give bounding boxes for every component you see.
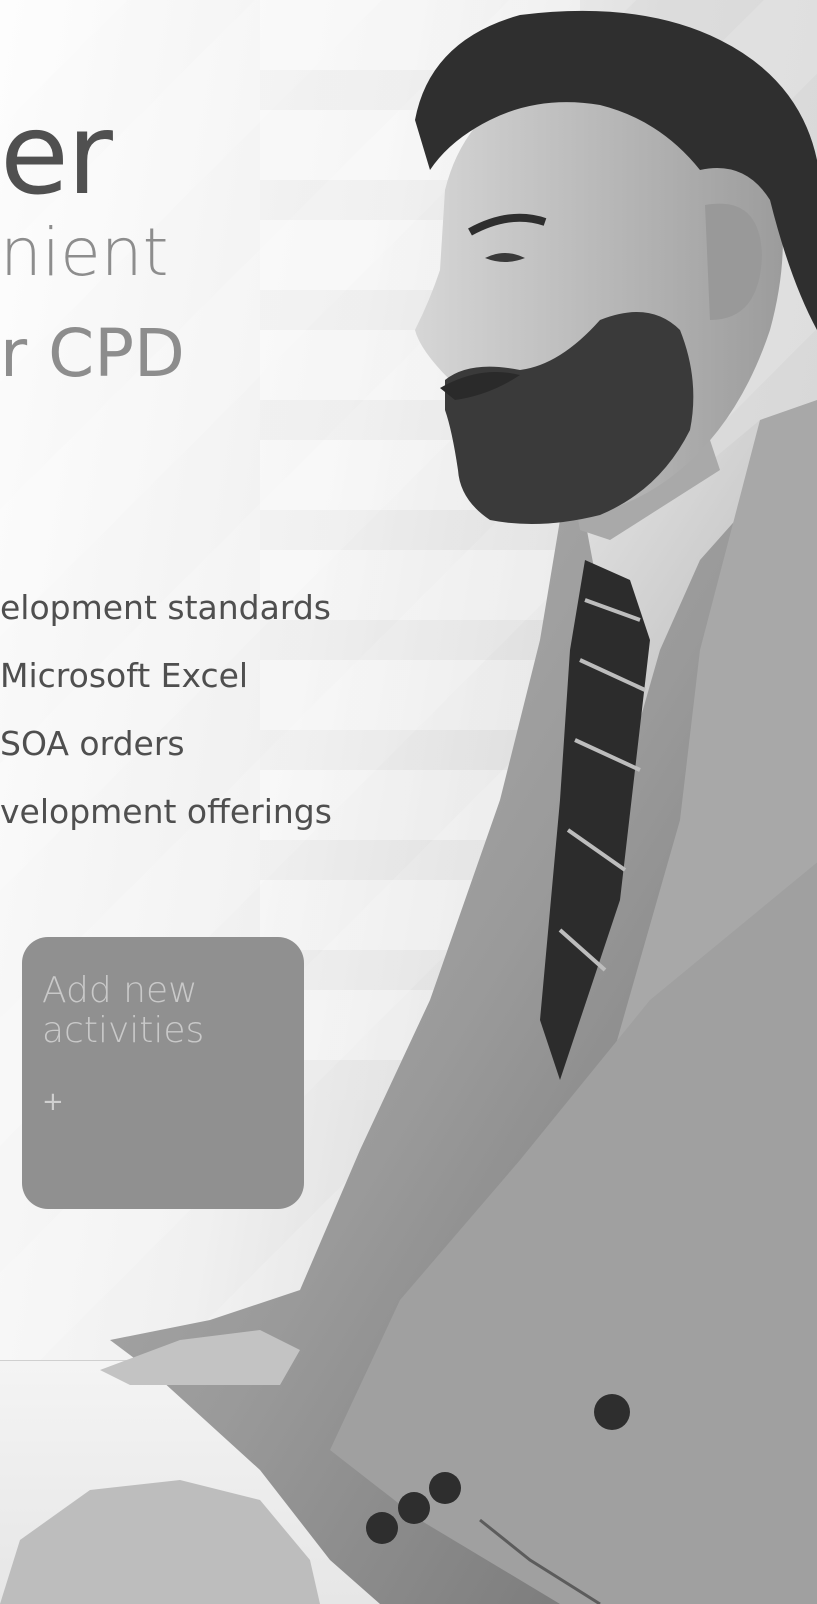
feature-list: elopment standards Microsoft Excel SOA o… — [0, 582, 332, 854]
headline-line-3: r CPD — [0, 315, 185, 392]
plus-icon: + — [42, 1087, 64, 1117]
add-new-activities-button[interactable]: Add new activities + — [22, 937, 304, 1209]
headline-line-2: nient — [0, 214, 169, 291]
feature-item: Microsoft Excel — [0, 656, 249, 695]
feature-item: SOA orders — [0, 724, 185, 763]
headline-line-1: er — [0, 90, 113, 220]
ad-page: er nient r CPD elopment standards Micros… — [0, 0, 817, 1604]
right-hand — [0, 1480, 320, 1604]
feature-item: elopment standards — [0, 588, 331, 627]
add-new-activities-label: Add new activities — [42, 970, 205, 1051]
feature-item: velopment offerings — [0, 792, 332, 831]
